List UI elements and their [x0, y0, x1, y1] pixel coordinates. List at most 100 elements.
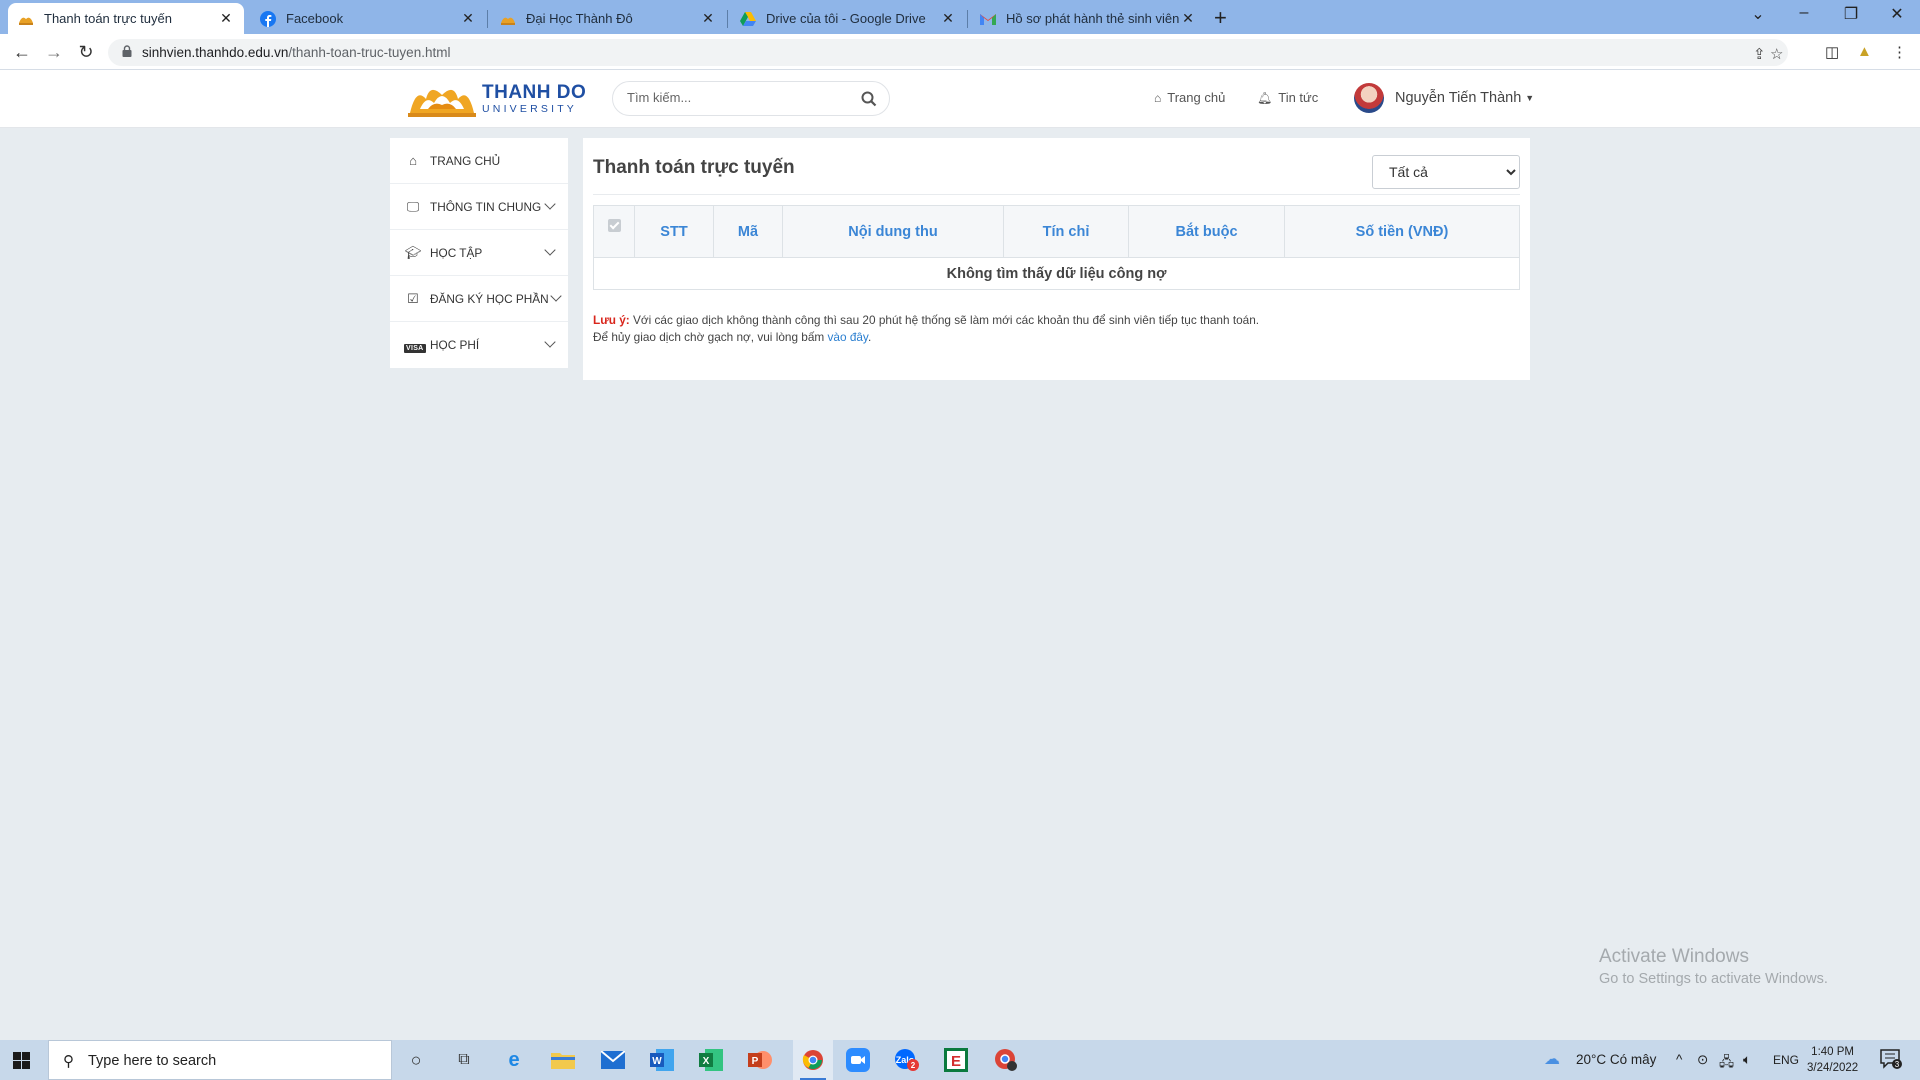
chevron-down-icon: [550, 290, 562, 302]
table-row: Không tìm thấy dữ liệu công nợ: [593, 257, 1520, 290]
tab-thanh-toan[interactable]: Thanh toán trực tuyến ✕: [8, 3, 244, 34]
nav-home-link[interactable]: ⌂ Trang chủ: [1154, 90, 1225, 105]
site-search: [612, 81, 890, 116]
notification-icon[interactable]: 3: [1880, 1049, 1902, 1072]
excel-icon[interactable]: X: [696, 1046, 726, 1074]
thanhdo-logo-icon: [500, 11, 516, 27]
nav-news-link[interactable]: 🔔︎ Tin tức: [1257, 90, 1318, 105]
edge-icon[interactable]: e: [499, 1046, 529, 1074]
svg-text:X: X: [703, 1056, 710, 1067]
activate-windows-watermark: Activate Windows Go to Settings to activ…: [1599, 946, 1828, 987]
cancel-transaction-link[interactable]: vào đây: [828, 330, 868, 344]
new-tab-button[interactable]: +: [1214, 5, 1227, 31]
graduation-cap-icon: 🎓︎: [404, 244, 422, 260]
page-title: Thanh toán trực tuyến: [593, 157, 795, 178]
menu-kebab-icon[interactable]: ⋮: [1892, 43, 1907, 61]
browser-toolbar: ← → ↻ sinhvien.thanhdo.edu.vn/thanh-toan…: [0, 34, 1920, 70]
user-menu[interactable]: Nguyễn Tiến Thành ▼: [1354, 83, 1534, 113]
zoom-icon[interactable]: [843, 1046, 873, 1074]
sidebar: ⌂ TRANG CHỦ 🖵︎ THÔNG TIN CHUNG 🎓︎ HỌC TẬ…: [390, 138, 568, 368]
column-header: Số tiền (VNĐ): [1284, 205, 1520, 258]
tab-google-drive[interactable]: Drive của tôi - Google Drive ✕: [730, 3, 966, 34]
payment-note: Lưu ý: Với các giao dịch không thành côn…: [593, 313, 1260, 344]
task-view-icon[interactable]: ⧉: [449, 1046, 479, 1074]
facebook-icon: [260, 10, 276, 27]
sidebar-item-thong-tin-chung[interactable]: 🖵︎ THÔNG TIN CHUNG: [390, 184, 568, 230]
search-icon[interactable]: [861, 91, 877, 107]
avatar: [1354, 83, 1384, 113]
word-icon[interactable]: W: [647, 1046, 677, 1074]
forward-button[interactable]: →: [42, 40, 66, 64]
column-header: Tín chỉ: [1003, 205, 1129, 258]
evkey-icon[interactable]: E: [941, 1046, 971, 1074]
sidebar-item-trang-chu[interactable]: ⌂ TRANG CHỦ: [390, 138, 568, 184]
close-icon[interactable]: ✕: [1180, 10, 1196, 27]
weather-text[interactable]: 20°C Có mây: [1576, 1052, 1656, 1067]
site-logo[interactable]: THANH DO UNIVERSITY: [406, 78, 586, 120]
tab-search-button[interactable]: ⌄: [1743, 4, 1773, 24]
back-button[interactable]: ←: [10, 40, 34, 64]
close-icon[interactable]: ✕: [218, 10, 234, 27]
sidebar-item-dang-ky-hoc-phan[interactable]: ☑ ĐĂNG KÝ HỌC PHẦN: [390, 276, 568, 322]
tab-gmail[interactable]: Hồ sơ phát hành thẻ sinh viên liê ✕: [970, 3, 1206, 34]
svg-text:2: 2: [911, 1061, 916, 1070]
status-filter-select[interactable]: Tất cả: [1372, 155, 1520, 189]
windows-taskbar: ⚲ Type here to search ○ ⧉ e W X P Zalo 2 …: [0, 1040, 1920, 1080]
lock-icon: [122, 45, 132, 57]
tab-dai-hoc-thanh-do[interactable]: Đại Học Thành Đô ✕: [490, 3, 726, 34]
file-explorer-icon[interactable]: [548, 1046, 578, 1074]
tab-separator: [487, 10, 488, 28]
search-input[interactable]: [627, 90, 847, 105]
mail-icon[interactable]: [598, 1046, 628, 1074]
system-clock[interactable]: 1:40 PM 3/24/2022: [1807, 1044, 1858, 1076]
meet-now-icon[interactable]: ⊙: [1697, 1052, 1708, 1068]
checkbox-icon: [607, 219, 621, 232]
tab-separator: [967, 10, 968, 28]
zalo-icon[interactable]: Zalo 2: [892, 1046, 922, 1074]
network-icon[interactable]: 🖧︎: [1719, 1052, 1734, 1075]
close-icon[interactable]: ✕: [460, 10, 476, 27]
share-icon[interactable]: ⇪: [1753, 45, 1766, 63]
monitor-icon: 🖵︎: [406, 198, 420, 214]
browser-tab-bar: Thanh toán trực tuyến ✕ Facebook ✕ Đại H…: [0, 0, 1920, 34]
google-drive-icon: [740, 11, 756, 27]
search-icon: ⚲: [63, 1053, 74, 1070]
empty-message: Không tìm thấy dữ liệu công nợ: [593, 257, 1520, 290]
divider: [593, 194, 1520, 195]
weather-cloud-icon: ☁: [1544, 1051, 1560, 1068]
chevron-up-icon[interactable]: ^: [1676, 1052, 1682, 1067]
user-name: Nguyễn Tiến Thành: [1395, 90, 1522, 106]
volume-icon[interactable]: 🔈︎: [1743, 1052, 1751, 1068]
thanhdo-logo-icon: [408, 89, 476, 117]
chevron-down-icon: [544, 198, 556, 210]
bookmark-star-icon[interactable]: ☆: [1770, 45, 1783, 63]
check-square-icon: ☑: [407, 290, 419, 306]
select-all-checkbox[interactable]: [593, 205, 635, 258]
sidebar-item-hoc-tap[interactable]: 🎓︎ HỌC TẬP: [390, 230, 568, 276]
profile-icon[interactable]: ▲: [1857, 43, 1872, 60]
table-header-row: STT Mã Nội dung thu Tín chỉ Bắt buộc Số …: [593, 205, 1520, 258]
chevron-down-icon: [544, 244, 556, 256]
url-text: sinhvien.thanhdo.edu.vn/thanh-toan-truc-…: [142, 45, 451, 60]
column-header: Mã: [713, 205, 783, 258]
gmail-icon: [980, 11, 996, 27]
chrome-profile-icon[interactable]: [991, 1046, 1021, 1074]
powerpoint-icon[interactable]: P: [745, 1046, 775, 1074]
sidebar-item-hoc-phi[interactable]: VISA HỌC PHÍ: [390, 322, 568, 368]
restore-button[interactable]: ❐: [1836, 4, 1866, 24]
chrome-icon[interactable]: [793, 1040, 833, 1080]
close-window-button[interactable]: ✕: [1882, 4, 1912, 24]
close-icon[interactable]: ✕: [940, 10, 956, 27]
cortana-icon[interactable]: ○: [401, 1046, 431, 1074]
taskbar-search-box[interactable]: ⚲ Type here to search: [48, 1040, 392, 1080]
bell-icon: 🔔︎: [1257, 90, 1273, 105]
reload-button[interactable]: ↻: [74, 40, 98, 64]
language-indicator[interactable]: ENG: [1773, 1053, 1799, 1067]
address-bar[interactable]: sinhvien.thanhdo.edu.vn/thanh-toan-truc-…: [108, 39, 1788, 66]
side-panel-icon[interactable]: ◫: [1825, 43, 1839, 61]
close-icon[interactable]: ✕: [700, 10, 716, 27]
svg-text:E: E: [951, 1053, 961, 1070]
windows-start-icon[interactable]: [13, 1052, 30, 1069]
minimize-button[interactable]: –: [1789, 4, 1819, 22]
tab-facebook[interactable]: Facebook ✕: [250, 3, 486, 34]
